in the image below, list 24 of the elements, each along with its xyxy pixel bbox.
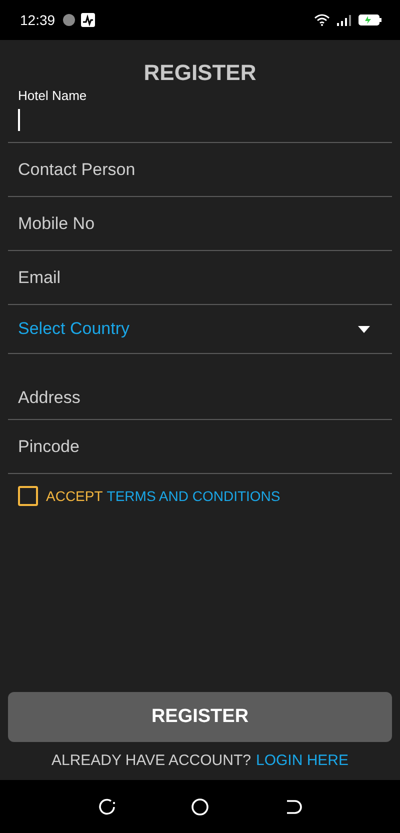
dropdown-caret-icon [358, 326, 370, 332]
battery-icon [358, 14, 382, 26]
input-field[interactable]: Address [8, 354, 392, 420]
hotel-name-field[interactable]: Hotel Name [8, 88, 392, 143]
activity-icon [81, 13, 96, 27]
wifi-icon [314, 14, 330, 26]
signal-icon [336, 14, 352, 26]
country-dropdown[interactable]: Select Country [8, 305, 392, 354]
back-icon[interactable] [284, 798, 302, 816]
notification-dot-icon [63, 14, 76, 26]
login-link[interactable]: LOGIN HERE [256, 752, 349, 769]
home-icon[interactable] [190, 798, 209, 816]
register-button[interactable]: REGISTER [8, 692, 392, 742]
input-field[interactable]: Pincode [8, 420, 392, 474]
terms-checkbox[interactable] [18, 486, 38, 506]
input-field[interactable]: Mobile No [8, 197, 392, 251]
page-title: REGISTER [142, 60, 258, 87]
input-field[interactable]: Contact Person [8, 143, 392, 197]
recent-apps-icon[interactable] [98, 798, 116, 816]
terms-link[interactable]: TERMS AND CONDITIONS [106, 488, 280, 504]
login-prompt: ALREADY HAVE ACCOUNT? [51, 752, 251, 769]
status-time: 12:39 [20, 12, 56, 28]
input-field[interactable]: Email [8, 251, 392, 305]
accept-label: ACCEPT [46, 488, 103, 504]
